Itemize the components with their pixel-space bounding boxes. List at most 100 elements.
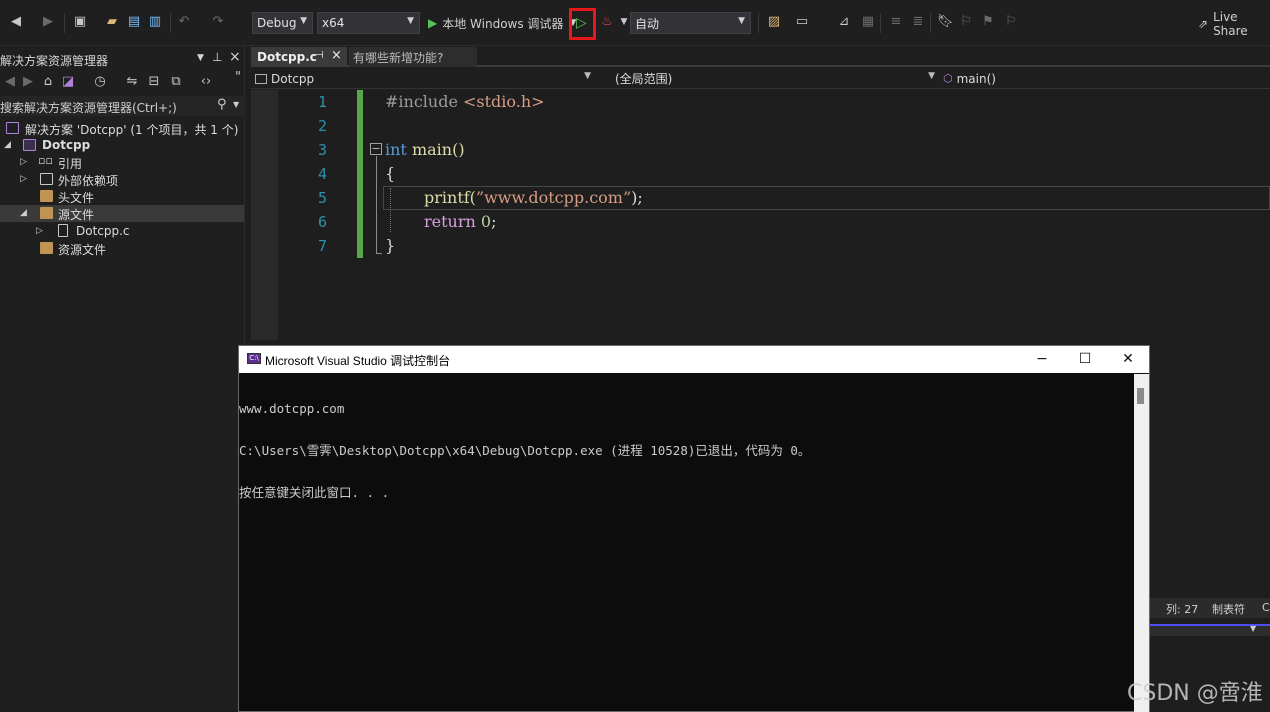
navigation-bar: Dotcpp ▼ (全局范围) ▼ ⬡ main() xyxy=(251,68,1270,89)
start-debugger-label: 本地 Windows 调试器 xyxy=(442,16,564,31)
switch-views-icon[interactable]: ◪ xyxy=(60,74,76,90)
chevron-down-icon: ▼ xyxy=(233,100,240,109)
tree-item-solution[interactable]: 解决方案 'Dotcpp' (1 个项目，共 1 个) xyxy=(0,120,244,137)
line-number: 6 xyxy=(317,213,327,231)
tree-item-header-files[interactable]: 头文件 xyxy=(0,188,244,205)
tree-item-references[interactable]: ▷ ▫▫ 引用 xyxy=(0,154,244,171)
forward-icon[interactable]: ▶ xyxy=(20,74,36,90)
scope-combo[interactable]: (全局范围) ▼ xyxy=(615,69,937,88)
console-title-bar[interactable]: C:\ Microsoft Visual Studio 调试控制台 − ☐ ✕ xyxy=(239,346,1149,373)
start-debugger-button[interactable]: ▶ 本地 Windows 调试器 ▼ xyxy=(428,12,576,34)
new-project-icon[interactable]: ▣ xyxy=(72,14,88,30)
config-value: Debug xyxy=(257,16,297,30)
open-folder-icon[interactable]: ▰ xyxy=(104,14,120,30)
chevron-down-icon[interactable]: ▼ xyxy=(1250,624,1256,633)
c-file-icon xyxy=(58,224,68,237)
collapsed-arrow-icon[interactable]: ▷ xyxy=(36,226,43,236)
uncomment-icon[interactable]: ≣ xyxy=(910,14,926,30)
console-scrollbar[interactable] xyxy=(1134,374,1149,712)
run-mode-select[interactable]: 自动 ▼ xyxy=(630,12,751,34)
debug-console-window[interactable]: C:\ Microsoft Visual Studio 调试控制台 − ☐ ✕ … xyxy=(238,345,1150,712)
tab-whats-new[interactable]: 有哪些新增功能? xyxy=(349,47,477,67)
pin-icon[interactable]: ⊥ xyxy=(212,50,222,64)
pin-icon[interactable]: ⊣ xyxy=(315,50,324,61)
code-view-icon[interactable]: ‹› xyxy=(198,74,214,90)
home-icon[interactable]: ⌂ xyxy=(40,74,56,90)
tab-label: 有哪些新增功能? xyxy=(353,50,444,65)
maximize-button[interactable]: ☐ xyxy=(1075,350,1095,368)
scrollbar-thumb[interactable] xyxy=(1137,388,1144,404)
external-deps-icon xyxy=(40,173,53,185)
back-icon[interactable]: ◀ xyxy=(8,14,24,30)
close-icon[interactable]: × xyxy=(331,48,342,63)
document-tab-strip: Dotcpp.c ⊣ × 有哪些新增功能? xyxy=(251,46,1270,67)
bookmark-icon[interactable]: 🔖︎ xyxy=(937,14,954,30)
tab-indicator[interactable]: 制表符 xyxy=(1212,601,1245,617)
toolbar-separator xyxy=(930,13,931,33)
expanded-arrow-icon[interactable]: ◢ xyxy=(20,208,27,218)
tab-dotcpp-c[interactable]: Dotcpp.c ⊣ × xyxy=(251,47,347,67)
toolbar-separator xyxy=(758,13,759,33)
tree-item-project[interactable]: ◢ Dotcpp xyxy=(0,137,244,154)
clear-bookmark-icon[interactable]: ⚐ xyxy=(1003,14,1019,30)
save-icon[interactable]: ▤ xyxy=(126,14,142,30)
toolbar-separator xyxy=(64,13,65,33)
header-token: <stdio.h> xyxy=(457,92,545,111)
disabled-tool-icon[interactable]: ▦ xyxy=(860,14,876,30)
undo-icon[interactable]: ↶ xyxy=(176,14,192,30)
overflow-icon[interactable]: " xyxy=(230,70,246,86)
close-icon[interactable]: × xyxy=(229,49,241,65)
chevron-down-icon: ▼ xyxy=(300,16,307,26)
code-line-4: { xyxy=(385,164,395,183)
collapse-all-icon[interactable]: ⊟ xyxy=(146,74,162,90)
collapsed-arrow-icon[interactable]: ▷ xyxy=(20,157,27,167)
member-combo[interactable]: ⬡ main() xyxy=(943,69,1263,88)
show-all-files-icon[interactable]: ⧉ xyxy=(168,74,184,90)
collapse-icon[interactable]: − xyxy=(370,143,382,155)
hot-reload-icon[interactable]: ♨ xyxy=(599,14,615,30)
collapsed-arrow-icon[interactable]: ▷ xyxy=(20,174,27,184)
console-output[interactable]: www.dotcpp.com C:\Users\雪霁\Desktop\Dotcp… xyxy=(239,374,1134,712)
live-share-button[interactable]: ⇗ Live Share xyxy=(1198,10,1270,38)
sync-icon[interactable]: ⇋ xyxy=(124,74,140,90)
member-combo-value: main() xyxy=(956,71,996,86)
project-combo[interactable]: Dotcpp ▼ xyxy=(255,69,593,88)
back-icon[interactable]: ◀ xyxy=(2,74,18,90)
panel-title: 解决方案资源管理器 xyxy=(0,54,109,68)
outline-guide-end xyxy=(376,253,382,254)
punct-token: ; xyxy=(491,212,497,231)
window-layout-icon[interactable]: ▭ xyxy=(794,14,810,30)
redo-icon[interactable]: ↷ xyxy=(210,14,226,30)
next-bookmark-icon[interactable]: ⚑ xyxy=(980,14,996,30)
chevron-down-icon[interactable]: ▼ xyxy=(197,53,204,63)
minimize-button[interactable]: − xyxy=(1032,350,1052,368)
brace-token: { xyxy=(385,164,396,183)
platform-select[interactable]: x64 ▼ xyxy=(317,12,420,34)
function-token: main() xyxy=(406,140,465,159)
preprocessor-token: #include xyxy=(385,92,458,111)
save-all-icon[interactable]: ▥ xyxy=(147,14,163,30)
expanded-arrow-icon[interactable]: ◢ xyxy=(4,140,11,150)
tab-label: Dotcpp.c xyxy=(257,50,317,64)
tree-item-external-deps[interactable]: ▷ 外部依赖项 xyxy=(0,171,244,188)
forward-icon[interactable]: ▶ xyxy=(40,14,56,30)
start-without-debugging-button[interactable]: ▷ xyxy=(569,8,596,40)
close-button[interactable]: ✕ xyxy=(1118,350,1138,368)
project-icon xyxy=(255,73,267,84)
platform-value: x64 xyxy=(322,16,345,30)
comment-icon[interactable]: ≡ xyxy=(888,14,904,30)
share-icon: ⇗ xyxy=(1198,17,1209,31)
browse-icon[interactable]: ▨ xyxy=(766,14,782,30)
folder-icon xyxy=(40,190,53,202)
column-indicator[interactable]: 列: 27 xyxy=(1166,601,1198,617)
folder-icon xyxy=(40,242,53,254)
history-icon[interactable]: ◷ xyxy=(92,74,108,90)
tree-item-resource-files[interactable]: 资源文件 xyxy=(0,240,244,257)
tree-item-dotcpp-c[interactable]: ▷ Dotcpp.c xyxy=(0,223,244,240)
encoding-indicator[interactable]: C xyxy=(1262,601,1270,614)
prev-bookmark-icon[interactable]: ⚐ xyxy=(958,14,974,30)
solution-search-input[interactable]: 搜索解决方案资源管理器(Ctrl+;) ⚲ ▼ xyxy=(0,96,245,116)
format-icon[interactable]: ⊿ xyxy=(836,14,852,30)
tree-item-source-files[interactable]: ◢ 源文件 xyxy=(0,205,244,222)
config-select[interactable]: Debug ▼ xyxy=(252,12,313,34)
